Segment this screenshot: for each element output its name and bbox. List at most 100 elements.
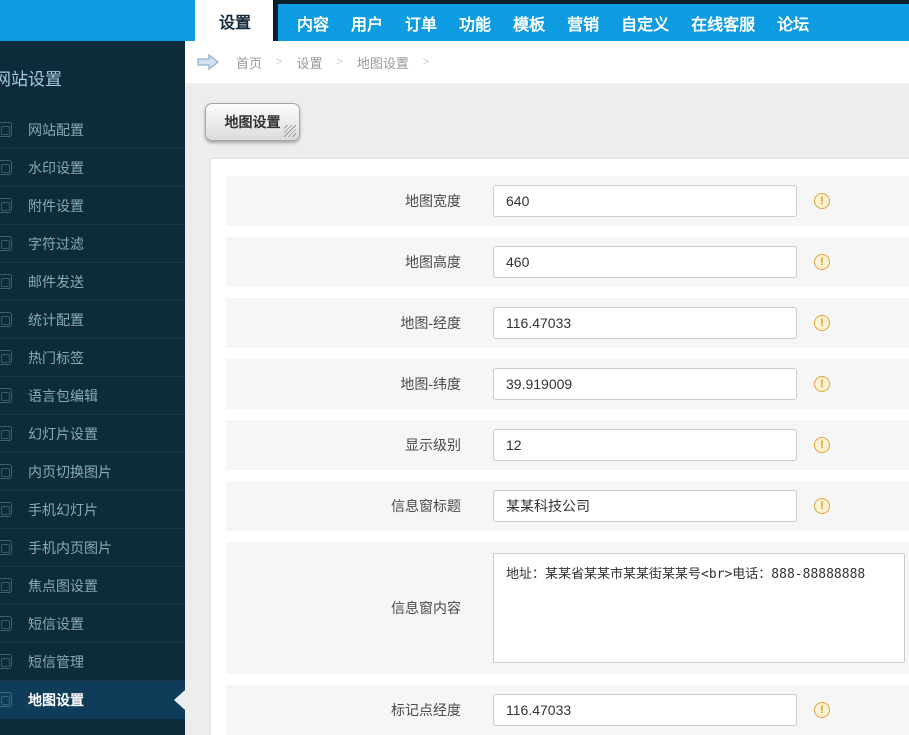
- form-row-6: 信息窗内容: [226, 542, 909, 674]
- breadcrumb: 首页 > 设置 > 地图设置 >: [185, 41, 909, 83]
- field-label: 地图宽度: [405, 193, 461, 209]
- attachment-icon: [0, 198, 12, 213]
- sidebar-item-label: 短信设置: [28, 615, 84, 632]
- top-tab-7[interactable]: 在线客服: [680, 11, 766, 35]
- sidebar-item-label: 焦点图设置: [28, 577, 98, 594]
- breadcrumb-separator: >: [336, 56, 343, 68]
- mobile-slideshow-icon: [0, 502, 12, 517]
- admin-window: 设置 内容 用户 订单 功能 模板 营销 自定义 在线客服 论坛 网站设置 网站配置水印设置附件…: [0, 0, 909, 735]
- topbar-brand-band: [0, 0, 195, 41]
- breadcrumb-arrow-icon: [197, 53, 220, 71]
- sidebar-item-label: 短信管理: [28, 653, 84, 670]
- sidebar-item-9[interactable]: 内页切换图片: [0, 453, 185, 491]
- field-input-3[interactable]: [493, 368, 797, 400]
- focus-image-icon: [0, 578, 12, 593]
- settings-form-panel: 地图宽度!地图高度!地图-经度!地图-纬度!显示级别!信息窗标题!信息窗内容标记…: [210, 158, 909, 735]
- form-row-5: 信息窗标题!: [226, 481, 909, 531]
- form-row-3: 地图-纬度!: [226, 359, 909, 409]
- field-label: 信息窗内容: [391, 600, 461, 616]
- tag-icon: [0, 350, 12, 365]
- sidebar-item-4[interactable]: 邮件发送: [0, 263, 185, 301]
- sidebar-item-7[interactable]: 语言包编辑: [0, 377, 185, 415]
- warning-icon: !: [814, 702, 830, 718]
- top-bar: 设置 内容 用户 订单 功能 模板 营销 自定义 在线客服 论坛: [0, 0, 909, 41]
- warning-icon: !: [814, 193, 830, 209]
- sidebar-item-6[interactable]: 热门标签: [0, 339, 185, 377]
- watermark-icon: [0, 160, 12, 175]
- warning-icon: !: [814, 254, 830, 270]
- field-input-6[interactable]: [493, 553, 905, 663]
- field-label: 地图-纬度: [400, 376, 461, 392]
- sidebar-item-label: 字符过滤: [28, 235, 84, 252]
- sidebar: 网站设置 网站配置水印设置附件设置字符过滤邮件发送统计配置热门标签语言包编辑幻灯…: [0, 41, 185, 735]
- sidebar-item-label: 附件设置: [28, 197, 84, 214]
- sidebar-item-15[interactable]: 地图设置: [0, 681, 185, 719]
- sidebar-item-12[interactable]: 焦点图设置: [0, 567, 185, 605]
- sidebar-item-label: 网站配置: [28, 121, 84, 138]
- sidebar-item-1[interactable]: 水印设置: [0, 149, 185, 187]
- top-nav-menu: 内容 用户 订单 功能 模板 营销 自定义 在线客服 论坛: [273, 0, 909, 41]
- field-label: 信息窗标题: [391, 498, 461, 514]
- sidebar-item-13[interactable]: 短信设置: [0, 605, 185, 643]
- field-label: 地图-经度: [400, 315, 461, 331]
- warning-icon: !: [814, 437, 830, 453]
- content-area: 地图设置 地图宽度!地图高度!地图-经度!地图-纬度!显示级别!信息窗标题!信息…: [185, 83, 909, 735]
- map-settings-section-button[interactable]: 地图设置: [205, 103, 300, 141]
- field-input-0[interactable]: [493, 185, 797, 217]
- top-tab-8[interactable]: 论坛: [766, 11, 820, 35]
- filter-icon: [0, 236, 12, 251]
- sidebar-item-8[interactable]: 幻灯片设置: [0, 415, 185, 453]
- sidebar-item-label: 手机内页图片: [28, 539, 112, 556]
- sidebar-item-label: 内页切换图片: [28, 463, 112, 480]
- sidebar-item-label: 手机幻灯片: [28, 501, 98, 518]
- sidebar-item-5[interactable]: 统计配置: [0, 301, 185, 339]
- top-tab-5[interactable]: 营销: [556, 11, 610, 35]
- sidebar-item-label: 语言包编辑: [28, 387, 98, 404]
- sms-manage-icon: [0, 654, 12, 669]
- field-input-2[interactable]: [493, 307, 797, 339]
- form-row-0: 地图宽度!: [226, 176, 909, 226]
- sidebar-item-3[interactable]: 字符过滤: [0, 225, 185, 263]
- page-image-icon: [0, 464, 12, 479]
- sidebar-item-label: 邮件发送: [28, 273, 84, 290]
- form-row-4: 显示级别!: [226, 420, 909, 470]
- form-row-7: 标记点经度!: [226, 685, 909, 735]
- form-row-2: 地图-经度!: [226, 298, 909, 348]
- active-item-arrow-icon: [174, 689, 185, 710]
- sidebar-title: 网站设置: [0, 70, 62, 89]
- map-icon: [0, 692, 12, 707]
- field-input-1[interactable]: [493, 246, 797, 278]
- breadcrumb-link-0[interactable]: 首页: [232, 53, 266, 72]
- top-tab-active[interactable]: 设置: [196, 0, 274, 41]
- mail-icon: [0, 274, 12, 289]
- resize-grip-icon: [284, 125, 296, 137]
- field-input-4[interactable]: [493, 429, 797, 461]
- top-tab-2[interactable]: 订单: [394, 11, 448, 35]
- stats-icon: [0, 312, 12, 327]
- sidebar-item-label: 幻灯片设置: [28, 425, 98, 442]
- field-input-5[interactable]: [493, 490, 797, 522]
- field-input-7[interactable]: [493, 694, 797, 726]
- warning-icon: !: [814, 315, 830, 331]
- top-tab-1[interactable]: 用户: [340, 11, 394, 35]
- breadcrumb-link-2[interactable]: 地图设置: [353, 53, 413, 72]
- breadcrumb-link-1[interactable]: 设置: [292, 53, 326, 72]
- field-label: 显示级别: [405, 437, 461, 453]
- sidebar-item-14[interactable]: 短信管理: [0, 643, 185, 681]
- field-label: 标记点经度: [391, 702, 461, 718]
- sidebar-item-10[interactable]: 手机幻灯片: [0, 491, 185, 529]
- warning-icon: !: [814, 498, 830, 514]
- sidebar-item-2[interactable]: 附件设置: [0, 187, 185, 225]
- sidebar-item-0[interactable]: 网站配置: [0, 111, 185, 149]
- top-tab-6[interactable]: 自定义: [610, 11, 680, 35]
- sidebar-item-11[interactable]: 手机内页图片: [0, 529, 185, 567]
- top-tab-4[interactable]: 模板: [502, 11, 556, 35]
- breadcrumb-separator: >: [422, 56, 430, 68]
- sidebar-item-label: 统计配置: [28, 311, 84, 328]
- top-tab-0[interactable]: 内容: [286, 11, 340, 35]
- language-icon: [0, 388, 12, 403]
- site-config-icon: [0, 122, 12, 137]
- section-button-label: 地图设置: [224, 114, 281, 130]
- top-tab-3[interactable]: 功能: [448, 11, 502, 35]
- breadcrumb-separator: >: [276, 56, 283, 68]
